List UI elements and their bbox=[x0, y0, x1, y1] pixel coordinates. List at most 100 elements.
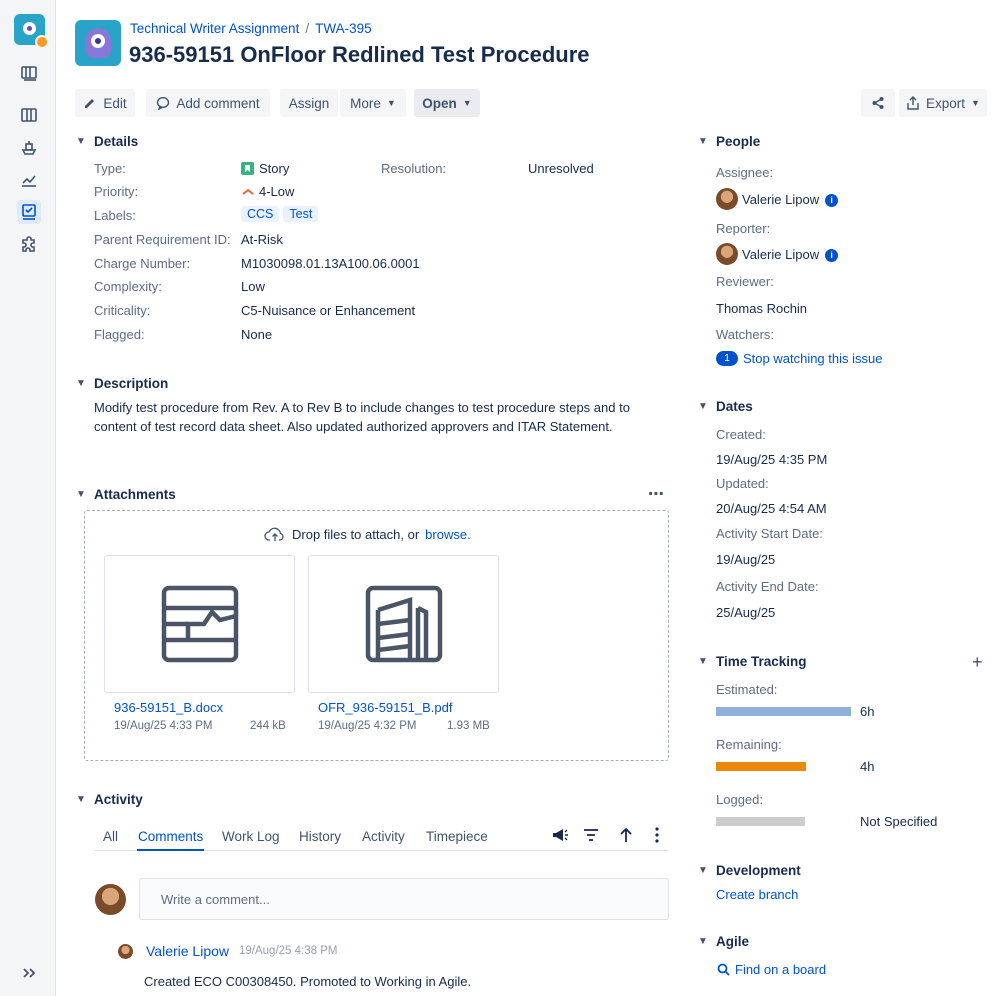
more-vertical-icon[interactable] bbox=[647, 825, 667, 845]
attachment-thumbnail[interactable] bbox=[308, 555, 499, 693]
attachments-heading: Attachments bbox=[94, 487, 176, 502]
time-tracking-section-toggle[interactable]: ▼ Time Tracking bbox=[698, 654, 807, 669]
description-text[interactable]: Modify test procedure from Rev. A to Rev… bbox=[94, 398, 634, 436]
export-icon bbox=[907, 96, 919, 110]
type-value: Story bbox=[241, 161, 289, 176]
chevron-down-icon: ▼ bbox=[76, 378, 86, 389]
board-icon[interactable] bbox=[17, 103, 41, 127]
assignee-name: Valerie Lipow bbox=[742, 192, 820, 207]
export-label: Export bbox=[926, 95, 966, 111]
add-icon[interactable]: + bbox=[972, 652, 983, 673]
reporter-value[interactable]: Valerie Lipow i bbox=[742, 247, 839, 263]
avatar bbox=[118, 944, 133, 959]
chevron-down-icon: ▼ bbox=[386, 98, 396, 108]
share-button[interactable] bbox=[861, 89, 895, 117]
find-on-board-link[interactable]: Find on a board bbox=[717, 962, 826, 977]
expand-sidebar-icon[interactable] bbox=[17, 961, 41, 985]
parent-requirement-value: At-Risk bbox=[241, 232, 283, 247]
chevron-down-icon: ▼ bbox=[698, 656, 708, 667]
details-section-toggle[interactable]: ▼ Details bbox=[76, 134, 138, 149]
flagged-value: None bbox=[241, 327, 273, 342]
add-comment-label: Add comment bbox=[176, 95, 260, 111]
breadcrumb-issue-key[interactable]: TWA-395 bbox=[315, 21, 372, 36]
attachment-size: 1.93 MB bbox=[447, 720, 490, 732]
agile-heading: Agile bbox=[716, 934, 750, 949]
tab-activity[interactable]: Activity bbox=[362, 829, 405, 844]
pencil-icon bbox=[85, 99, 95, 108]
status-button[interactable]: Open ▼ bbox=[414, 89, 480, 117]
activity-start-label: Activity Start Date: bbox=[716, 526, 823, 541]
details-heading: Details bbox=[94, 134, 139, 149]
more-label: More bbox=[350, 95, 381, 111]
activity-section-toggle[interactable]: ▼ Activity bbox=[76, 792, 143, 807]
sort-ascending-icon[interactable] bbox=[616, 825, 636, 845]
label-tag[interactable]: CCS bbox=[241, 206, 280, 222]
more-button[interactable]: More ▼ bbox=[340, 89, 406, 117]
tab-work-log[interactable]: Work Log bbox=[222, 829, 280, 844]
filter-icon[interactable] bbox=[581, 825, 601, 845]
parent-requirement-label: Parent Requirement ID: bbox=[94, 232, 231, 247]
tab-all[interactable]: All bbox=[103, 829, 118, 844]
more-options-icon[interactable]: ⋯ bbox=[648, 484, 664, 504]
comment-author-link[interactable]: Valerie Lipow bbox=[146, 943, 229, 959]
tab-history[interactable]: History bbox=[299, 829, 341, 844]
reporter-label: Reporter: bbox=[716, 221, 771, 236]
upload-cloud-icon bbox=[264, 527, 284, 541]
create-branch-link[interactable]: Create branch bbox=[716, 887, 798, 902]
issues-icon[interactable] bbox=[17, 200, 41, 224]
tab-timepiece[interactable]: Timepiece bbox=[426, 829, 488, 844]
project-avatar[interactable] bbox=[75, 20, 121, 66]
priority-text: 4-Low bbox=[259, 184, 295, 199]
assign-button[interactable]: Assign bbox=[280, 89, 338, 117]
attachment-file-link[interactable]: 936-59151_B.docx bbox=[114, 700, 223, 715]
assignee-value[interactable]: Valerie Lipow i bbox=[742, 192, 839, 208]
breadcrumb: Technical Writer Assignment / TWA-395 bbox=[130, 21, 372, 36]
comment-text: Created ECO C00308450. Promoted to Worki… bbox=[144, 974, 472, 989]
label-tag[interactable]: Test bbox=[283, 206, 319, 222]
info-icon[interactable]: i bbox=[825, 249, 839, 263]
comment-placeholder: Write a comment... bbox=[161, 892, 270, 907]
agile-section-toggle[interactable]: ▼ Agile bbox=[698, 934, 749, 949]
stop-watching-link[interactable]: 1 Stop watching this issue bbox=[716, 351, 882, 366]
chevron-down-icon: ▼ bbox=[698, 865, 708, 876]
flagged-label: Flagged: bbox=[94, 327, 145, 342]
browse-link[interactable]: browse. bbox=[425, 527, 471, 542]
dates-section-toggle[interactable]: ▼ Dates bbox=[698, 399, 753, 414]
add-comment-button[interactable]: Add comment bbox=[146, 89, 270, 117]
attachment-file-link[interactable]: OFR_936-59151_B.pdf bbox=[318, 700, 452, 715]
attachments-section-toggle[interactable]: ▼ Attachments bbox=[76, 487, 176, 502]
breadcrumb-project[interactable]: Technical Writer Assignment bbox=[130, 21, 299, 36]
people-heading: People bbox=[716, 134, 761, 149]
attachment-date: 19/Aug/25 4:32 PM bbox=[318, 720, 417, 732]
breadcrumb-separator: / bbox=[305, 21, 310, 36]
announcement-icon[interactable] bbox=[550, 825, 570, 845]
backlog-icon[interactable] bbox=[17, 61, 41, 85]
releases-icon[interactable] bbox=[17, 136, 41, 160]
estimated-value: 6h bbox=[860, 704, 875, 719]
development-heading: Development bbox=[716, 863, 801, 878]
edit-button[interactable]: Edit bbox=[75, 89, 135, 117]
reviewer-label: Reviewer: bbox=[716, 274, 774, 289]
reviewer-value: Thomas Rochin bbox=[716, 301, 808, 316]
chevron-down-icon: ▼ bbox=[462, 98, 472, 108]
comment-input[interactable]: Write a comment... bbox=[139, 878, 669, 920]
resolution-label: Resolution: bbox=[381, 161, 447, 176]
info-icon[interactable]: i bbox=[825, 194, 839, 208]
watchers-label: Watchers: bbox=[716, 327, 775, 342]
reporter-name: Valerie Lipow bbox=[742, 247, 820, 262]
charge-number-value: M1030098.01.13A100.06.0001 bbox=[241, 256, 420, 271]
watchers-count-badge: 1 bbox=[716, 351, 738, 366]
description-heading: Description bbox=[94, 376, 169, 391]
updated-value: 20/Aug/25 4:54 AM bbox=[716, 501, 827, 516]
tab-comments[interactable]: Comments bbox=[138, 829, 203, 844]
description-section-toggle[interactable]: ▼ Description bbox=[76, 376, 168, 391]
drop-text: Drop files to attach, or bbox=[292, 526, 420, 542]
people-section-toggle[interactable]: ▼ People bbox=[698, 134, 760, 149]
add-ons-icon[interactable] bbox=[17, 233, 41, 257]
development-section-toggle[interactable]: ▼ Development bbox=[698, 863, 801, 878]
export-button[interactable]: Export ▼ bbox=[899, 89, 987, 117]
attachment-thumbnail[interactable] bbox=[104, 555, 295, 693]
drop-files-text: Drop files to attach, or browse. bbox=[264, 526, 471, 542]
reports-icon[interactable] bbox=[17, 168, 41, 192]
app-logo[interactable] bbox=[14, 14, 49, 49]
